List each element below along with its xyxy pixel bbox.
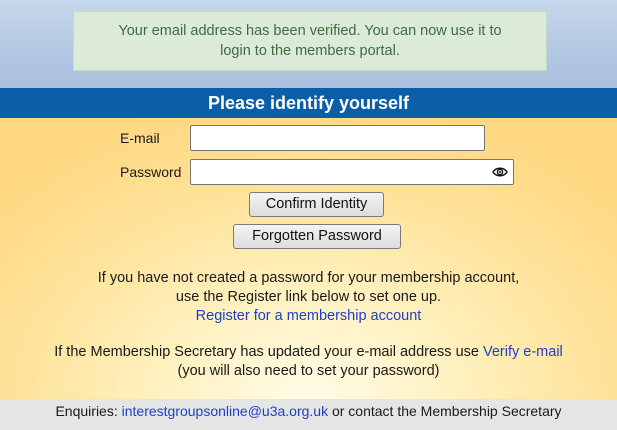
verify-text: If the Membership Secretary has updated … — [54, 344, 483, 360]
page-title: Please identify yourself — [0, 88, 617, 118]
notice-line-1: Your email address has been verified. Yo… — [118, 23, 502, 39]
verify-info-line-1: If the Membership Secretary has updated … — [0, 344, 617, 361]
register-link-row: Register for a membership account — [0, 308, 617, 325]
email-field[interactable] — [190, 125, 485, 151]
confirm-identity-button[interactable]: Confirm Identity — [249, 192, 384, 217]
verify-info-line-2: (you will also need to set your password… — [177, 363, 440, 379]
enquiries-email-link[interactable]: interestgroupsonline@u3a.org.uk — [122, 403, 328, 419]
verification-notice: Your email address has been verified. Yo… — [73, 11, 547, 71]
register-link[interactable]: Register for a membership account — [196, 308, 422, 324]
password-label: Password — [120, 164, 182, 180]
notice-line-2: login to the members portal. — [220, 43, 400, 59]
footer-suffix: or contact the Membership Secretary — [328, 403, 562, 419]
verify-email-link[interactable]: Verify e-mail — [483, 344, 563, 360]
eye-icon[interactable] — [492, 164, 508, 180]
register-info-line-2: use the Register link below to set one u… — [175, 289, 442, 305]
password-field[interactable] — [190, 159, 514, 185]
footer: Enquiries: interestgroupsonline@u3a.org.… — [0, 399, 617, 430]
register-info-line-1: If you have not created a password for y… — [97, 270, 520, 286]
email-label: E-mail — [120, 130, 160, 146]
login-panel: E-mail Password Confirm Identity Forgott… — [0, 118, 617, 399]
forgotten-password-button[interactable]: Forgotten Password — [233, 224, 401, 249]
footer-prefix: Enquiries: — [55, 403, 122, 419]
